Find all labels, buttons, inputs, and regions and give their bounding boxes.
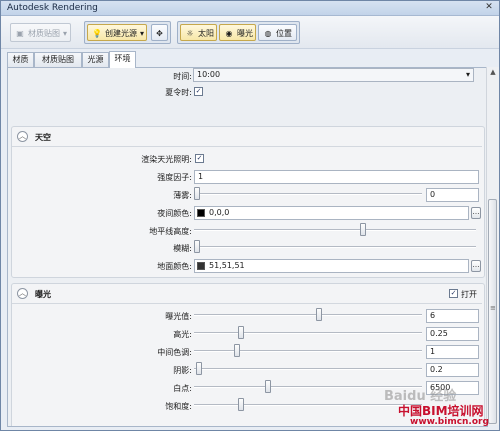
grip-icon: ≡ xyxy=(490,304,496,312)
environment-panel: 时间: 10:00 ▾ 夏令时: ✓ ︿ 天空 渲染天光照明: ✓ 强度因子: … xyxy=(7,67,488,427)
vertical-scrollbar[interactable]: ▲ ≡ xyxy=(486,67,499,425)
divider xyxy=(12,303,482,304)
ground-color-label: 地面颜色: xyxy=(157,262,192,271)
shadows-field[interactable]: 0.2 xyxy=(426,363,479,377)
night-color-field[interactable]: 0,0,0 xyxy=(194,206,469,220)
collapse-chevron-icon[interactable]: ︿ xyxy=(17,131,28,142)
haze-label: 薄雾: xyxy=(173,191,192,200)
exposure-label: 曝光 xyxy=(237,29,253,38)
divider xyxy=(12,146,482,147)
tab-materials[interactable]: 材质 xyxy=(7,52,34,67)
midtones-label: 中间色调: xyxy=(157,348,192,357)
horizon-slider-track[interactable] xyxy=(194,229,476,231)
highlights-slider-track[interactable] xyxy=(194,332,422,334)
chevron-down-icon: ▾ xyxy=(140,29,145,38)
midtones-slider-track[interactable] xyxy=(194,350,422,352)
highlights-field[interactable]: 0.25 xyxy=(426,327,479,341)
chevron-down-icon: ▾ xyxy=(63,29,68,38)
material-map-icon: ▣ xyxy=(16,29,24,38)
window-title: Autodesk Rendering xyxy=(7,3,98,13)
exposure-section-title: 曝光 xyxy=(35,290,51,299)
ground-color-browse-button[interactable]: … xyxy=(471,260,481,272)
whitepoint-slider-thumb[interactable] xyxy=(265,380,272,393)
exposure-enable-checkbox[interactable]: ✓ xyxy=(449,289,458,298)
haze-field[interactable]: 0 xyxy=(426,188,479,202)
chevron-down-icon: ▾ xyxy=(465,70,470,79)
shadows-slider-track[interactable] xyxy=(194,368,422,370)
sky-section: ︿ 天空 渲染天光照明: ✓ 强度因子: 1 薄雾: 0 夜间颜色: 0,0,0… xyxy=(11,126,485,278)
highlights-slider-thumb[interactable] xyxy=(238,326,245,339)
haze-slider-track[interactable] xyxy=(194,193,422,195)
time-dropdown[interactable]: 10:00 ▾ xyxy=(193,68,474,82)
globe-icon: ◍ xyxy=(264,29,272,38)
sun-label: 太阳 xyxy=(198,29,214,38)
time-label: 时间: xyxy=(173,72,192,81)
ground-color-value: 51,51,51 xyxy=(209,261,245,270)
location-button[interactable]: ◍ 位置 xyxy=(258,24,297,41)
exposure-value-label: 曝光值: xyxy=(165,312,192,321)
intensity-label: 强度因子: xyxy=(157,173,192,182)
exposure-slider-thumb[interactable] xyxy=(316,308,323,321)
sun-button[interactable]: ☼ 太阳 xyxy=(180,24,217,41)
night-color-value: 0,0,0 xyxy=(209,208,230,217)
horizon-label: 地平线高度: xyxy=(149,227,192,236)
scrollbar-thumb[interactable]: ≡ xyxy=(488,199,497,424)
blur-slider-thumb[interactable] xyxy=(194,240,200,253)
night-color-swatch xyxy=(197,209,205,217)
dst-checkbox[interactable]: ✓ xyxy=(194,87,203,96)
collapse-chevron-icon[interactable]: ︿ xyxy=(17,288,28,299)
sun-icon: ☼ xyxy=(186,29,194,38)
tab-material-maps[interactable]: 材质贴图 xyxy=(34,52,82,67)
move-light-button[interactable]: ✥ xyxy=(151,24,168,41)
saturation-slider-track[interactable] xyxy=(194,404,422,406)
light-bulb-icon: 💡 xyxy=(92,29,102,38)
exposure-slider-track[interactable] xyxy=(194,314,422,316)
horizon-slider-thumb[interactable] xyxy=(359,223,366,236)
haze-slider-thumb[interactable] xyxy=(194,187,200,200)
ground-color-field[interactable]: 51,51,51 xyxy=(194,259,469,273)
create-light-label: 创建光源 xyxy=(105,29,137,38)
dst-label: 夏令时: xyxy=(165,88,192,97)
blur-slider-track[interactable] xyxy=(194,246,476,248)
blur-label: 模糊: xyxy=(173,244,192,253)
bim-watermark-url: www.bimcn.org xyxy=(410,417,489,427)
whitepoint-label: 白点: xyxy=(173,384,192,393)
time-value: 10:00 xyxy=(197,70,221,79)
render-sky-checkbox[interactable]: ✓ xyxy=(195,154,204,163)
tab-environment[interactable]: 环境 xyxy=(109,51,136,68)
material-map-button[interactable]: ▣ 材质贴图 ▾ xyxy=(10,23,71,42)
night-color-browse-button[interactable]: … xyxy=(471,207,481,219)
scroll-up-icon[interactable]: ▲ xyxy=(487,68,499,78)
ground-color-swatch xyxy=(197,262,205,270)
shadows-label: 阴影: xyxy=(173,366,192,375)
material-map-label: 材质贴图 xyxy=(28,29,60,38)
close-icon[interactable]: ✕ xyxy=(483,2,495,13)
night-color-label: 夜间颜色: xyxy=(157,209,192,218)
highlights-label: 高光: xyxy=(173,330,192,339)
title-bar: Autodesk Rendering ✕ xyxy=(1,1,499,16)
autodesk-rendering-window: Autodesk Rendering ✕ ▣ 材质贴图 ▾ 💡 创建光源 ▾ ✥ ☼ 太阳… xyxy=(0,0,500,431)
saturation-slider-thumb[interactable] xyxy=(238,398,245,411)
location-label: 位置 xyxy=(276,29,292,38)
shadows-slider-thumb[interactable] xyxy=(196,362,203,375)
tab-lights[interactable]: 光源 xyxy=(82,52,109,67)
create-light-button[interactable]: 💡 创建光源 ▾ xyxy=(87,24,147,41)
sky-section-title: 天空 xyxy=(35,133,51,142)
midtones-slider-thumb[interactable] xyxy=(233,344,240,357)
render-sky-label: 渲染天光照明: xyxy=(141,155,192,164)
saturation-label: 饱和度: xyxy=(165,402,192,411)
midtones-field[interactable]: 1 xyxy=(426,345,479,359)
exposure-button[interactable]: ◉ 曝光 xyxy=(219,24,256,41)
exposure-value-field[interactable]: 6 xyxy=(426,309,479,323)
exposure-icon: ◉ xyxy=(225,29,233,38)
exposure-enable-label: 打开 xyxy=(461,290,477,299)
toolbar: ▣ 材质贴图 ▾ 💡 创建光源 ▾ ✥ ☼ 太阳 ◉ 曝光 ◍ 位置 xyxy=(1,16,499,49)
intensity-field[interactable]: 1 xyxy=(194,170,479,184)
move-icon: ✥ xyxy=(156,29,163,38)
